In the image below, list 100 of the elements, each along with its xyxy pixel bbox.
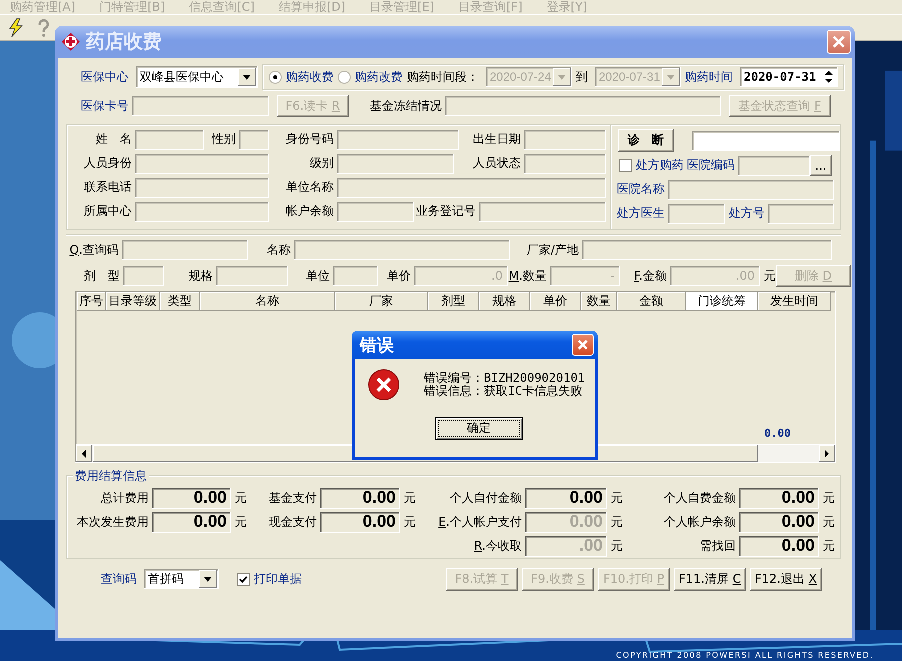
error-message: 错误编号：BIZH2009020101 — [424, 372, 586, 385]
dialog-title: 错误 — [360, 334, 395, 356]
field-label: 查询码 — [101, 570, 138, 588]
column-header[interactable]: 数量 — [581, 292, 617, 311]
field-label: 规格 — [188, 268, 214, 284]
window-title: 药店收费 — [86, 30, 163, 55]
manufacturer-field[interactable] — [582, 240, 832, 260]
column-header[interactable]: 金额 — [617, 292, 686, 311]
drug-field[interactable] — [216, 266, 288, 286]
amount-field: 0.00 — [152, 488, 231, 508]
field-label: 出生日期 — [472, 131, 522, 148]
prescription-checkbox[interactable]: 处方购药 — [619, 157, 684, 174]
doctor-field — [668, 204, 725, 224]
drug-field[interactable] — [123, 266, 164, 286]
field-label: 剂 型 — [83, 268, 121, 284]
field-label: 人员状态 — [472, 155, 522, 172]
field-label: 需找回 — [700, 538, 737, 554]
function-button[interactable]: F11.清屏 C — [674, 568, 746, 590]
field-label: 级别 — [309, 155, 335, 172]
field-label: 处方号 — [728, 205, 766, 222]
field-label: R.今收取 — [474, 538, 523, 554]
column-header[interactable]: 发生时间 — [758, 292, 831, 311]
close-icon — [577, 339, 589, 351]
unit-label: 元 — [234, 514, 248, 530]
field-label: F.金额 — [633, 268, 668, 284]
field-label: 所属中心 — [83, 203, 133, 220]
mode-radio[interactable]: 购药改费 — [338, 68, 403, 86]
field-label: E.个人帐户支付 — [438, 514, 523, 530]
field-label: 单价 — [386, 268, 412, 284]
mode-radio[interactable]: 购药收费 — [269, 68, 334, 86]
field-label: 购药时间 — [685, 68, 734, 86]
cross-icon — [61, 32, 81, 52]
prescription-number-field — [768, 204, 834, 224]
unit-label: 元 — [763, 268, 776, 284]
name-field[interactable] — [294, 240, 510, 260]
column-header[interactable]: 规格 — [479, 292, 530, 311]
column-header[interactable]: 序号 — [77, 292, 106, 311]
field-label: 性别 — [210, 131, 237, 148]
date-spinner-field[interactable]: 2020-07-31 — [740, 67, 838, 87]
card-number-field[interactable] — [132, 96, 269, 116]
right-arrow-icon — [824, 450, 830, 458]
unit-label: 元 — [234, 490, 248, 506]
close-button[interactable] — [827, 30, 851, 54]
field-label: 购药时间段： — [407, 68, 480, 86]
field-label: 人员身份 — [83, 155, 133, 172]
column-header[interactable]: 类型 — [160, 292, 200, 311]
field-label: 医保卡号 — [80, 98, 130, 114]
info-field — [239, 130, 269, 150]
amount-field: .00 — [525, 536, 607, 556]
column-header[interactable]: 名称 — [200, 292, 335, 311]
unit-label: 元 — [822, 514, 836, 530]
field-label: 身份号码 — [285, 131, 335, 148]
field-label: 总计费用 — [101, 490, 150, 506]
field-label: 到 — [576, 68, 589, 86]
column-header[interactable]: 门诊统筹 — [686, 292, 758, 311]
amount-field: 0.00 — [739, 488, 819, 508]
unit-label: 元 — [610, 490, 624, 506]
browse-button[interactable]: ... — [810, 155, 832, 176]
drug-field[interactable] — [333, 266, 378, 286]
function-button[interactable]: F12.退出 X — [750, 568, 822, 590]
unit-label: 元 — [610, 538, 624, 554]
left-arrow-icon — [81, 450, 87, 458]
field-label: 姓 名 — [95, 131, 133, 148]
column-header[interactable]: 厂家 — [335, 292, 428, 311]
amount-field: 0.00 — [320, 488, 400, 508]
diagnosis-field[interactable] — [692, 130, 840, 150]
close-button[interactable] — [572, 334, 594, 356]
diagnosis-button[interactable]: 诊 断 — [618, 129, 674, 152]
field-label: 处方医生 — [616, 205, 666, 222]
field-label: M.数量 — [508, 268, 548, 284]
query-code-field[interactable] — [122, 240, 248, 260]
field-label: Q.查询码 — [68, 242, 120, 258]
amount-field: 0.00 — [152, 512, 231, 532]
amount-field: 0.00 — [320, 512, 400, 532]
ok-button[interactable]: 确定 — [435, 417, 523, 440]
column-header[interactable]: 目录等级 — [106, 292, 160, 311]
unit-label: 元 — [822, 490, 836, 506]
unit-label: 元 — [610, 514, 624, 530]
unit-label: 元 — [403, 514, 417, 530]
group-title: 费用结算信息 — [73, 468, 149, 485]
field-label: 厂家/产地 — [526, 242, 580, 258]
field-label: 医保中心 — [80, 68, 130, 86]
field-label: 现金支付 — [269, 514, 318, 530]
field-label: 联系电话 — [83, 179, 133, 196]
field-label: 名称 — [266, 242, 292, 258]
query-mode-dropdown[interactable]: 首拼码 — [144, 569, 219, 589]
field-label: 单位名称 — [285, 179, 335, 196]
info-field — [135, 130, 204, 150]
field-label: 单位 — [305, 268, 331, 284]
column-header[interactable]: 单价 — [530, 292, 581, 311]
field-label: 业务登记号 — [415, 203, 477, 220]
center-dropdown[interactable]: 双峰县医保中心 — [136, 66, 258, 88]
amount-field: 0.00 — [525, 488, 607, 508]
field-label: 医院名称 — [616, 181, 666, 198]
column-header[interactable]: 剂型 — [428, 292, 479, 311]
field-label: 基金冻结情况 — [369, 98, 443, 114]
error-message: 错误信息：获取IC卡信息失败 — [424, 385, 584, 398]
total-amount: 0.00 — [764, 427, 791, 440]
print-checkbox[interactable]: 打印单据 — [237, 570, 302, 588]
field-label: 个人帐户余额 — [664, 514, 737, 530]
